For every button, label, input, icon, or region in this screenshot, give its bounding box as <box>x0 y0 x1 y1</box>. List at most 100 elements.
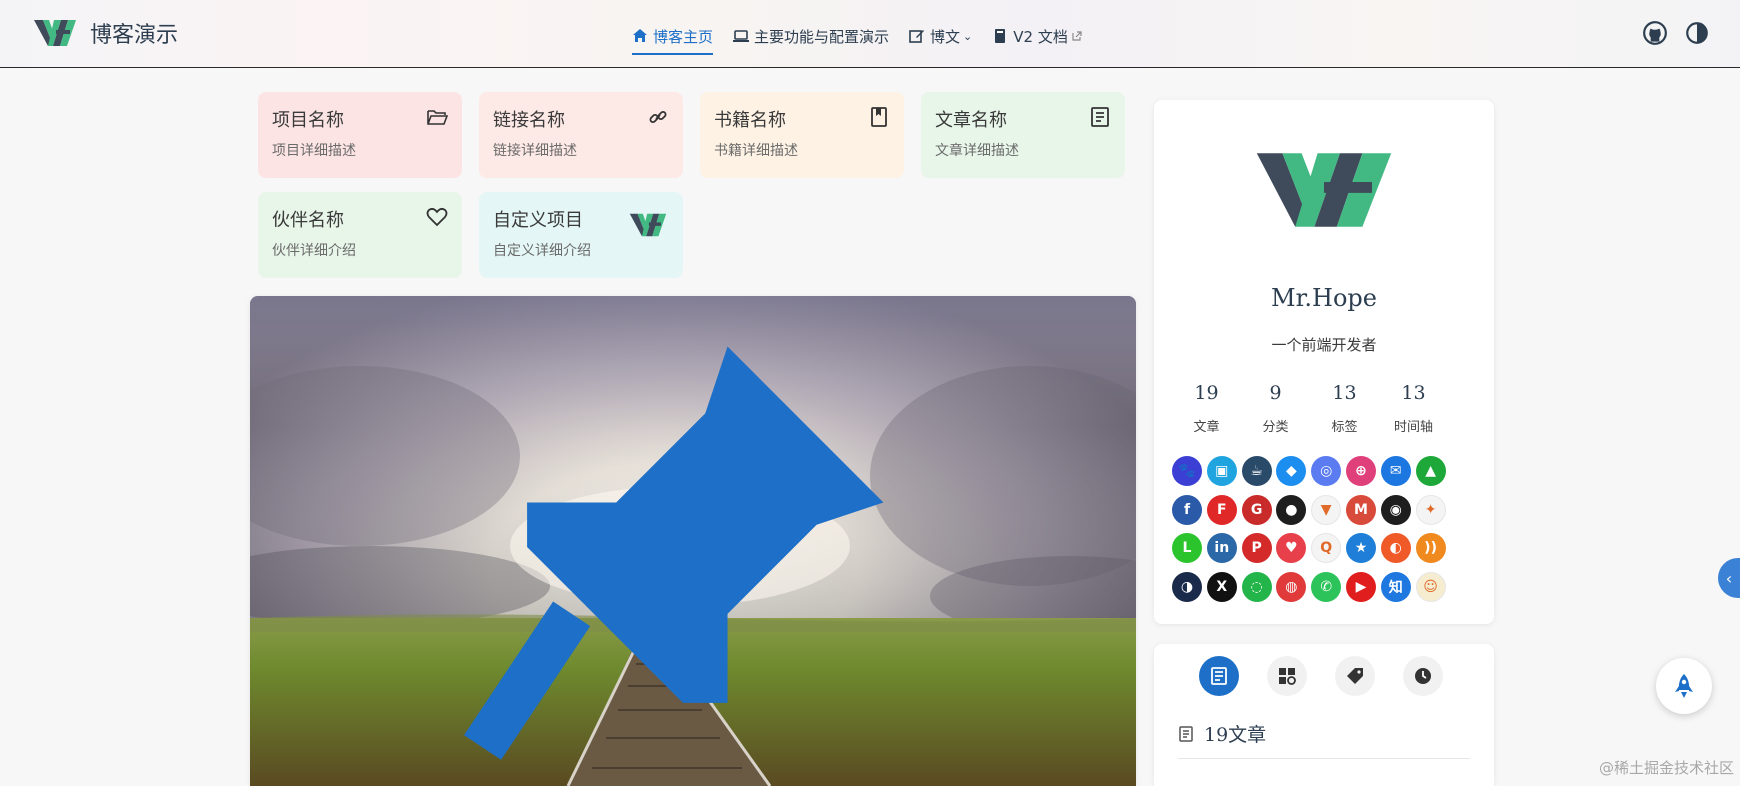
stat-categories[interactable]: 9 分类 <box>1241 382 1310 435</box>
profile-description: 一个前端开发者 <box>1271 336 1377 354</box>
buymeacoffee-icon[interactable]: ☕ <box>1241 456 1272 486</box>
gitee-icon[interactable]: G <box>1241 494 1272 525</box>
project-card[interactable]: 文章名称 文章详细描述 <box>921 92 1125 178</box>
vh-logo-icon <box>34 20 76 46</box>
facebook-icon[interactable]: f <box>1172 494 1202 525</box>
project-card[interactable]: 自定义项目 自定义详细介绍 <box>479 192 683 278</box>
book-icon <box>995 29 1006 43</box>
nav-link-posts[interactable]: 博文 ⌄ <box>909 21 972 51</box>
back-to-top-button[interactable] <box>1656 658 1712 714</box>
brand[interactable]: 博客演示 <box>34 16 178 50</box>
instagram-icon[interactable]: ◉ <box>1380 494 1411 525</box>
baidu-icon[interactable]: 🐾 <box>1172 456 1202 486</box>
theme-toggle-icon[interactable] <box>1684 20 1710 46</box>
stat-label: 文章 <box>1193 420 1220 435</box>
flipboard-icon[interactable]: F <box>1206 494 1237 525</box>
article-icon <box>1091 107 1109 127</box>
project-desc: 文章详细描述 <box>935 143 1019 159</box>
qq-icon[interactable]: Q <box>1311 533 1342 563</box>
category-icon <box>1279 668 1296 685</box>
social-links: 🐾 ▣ ☕ ◆ ◎ ⊕ ✉ ▲ f F G ● ▼ M ◉ ✦ Lin P ♥ Q ★ ◐)) ◑ X ◌ ◍ ✆ ▶ 知 ☺ <box>1172 456 1478 610</box>
evernote-icon[interactable]: ▲ <box>1415 456 1446 486</box>
profile-name: Mr.Hope <box>1271 284 1377 312</box>
stat-articles[interactable]: 19 文章 <box>1172 382 1241 435</box>
watermark: @稀土掘金技术社区 <box>1598 759 1734 777</box>
weibo-icon[interactable]: ◍ <box>1276 571 1307 602</box>
project-card[interactable]: 书籍名称 书籍详细描述 <box>700 92 904 178</box>
github-icon[interactable] <box>1642 20 1668 46</box>
twitter-x-icon[interactable]: X <box>1206 571 1237 602</box>
chevron-left-icon: ‹ <box>1725 568 1733 588</box>
brand-title: 博客演示 <box>90 23 179 48</box>
nav-link-home[interactable]: 博客主页 <box>632 21 714 55</box>
stat-timeline[interactable]: 13 时间轴 <box>1379 382 1448 435</box>
stat-label: 时间轴 <box>1393 420 1433 435</box>
tab-articles[interactable] <box>1199 656 1239 696</box>
hero-banner-image[interactable] <box>250 296 1136 786</box>
divider <box>1178 758 1470 759</box>
nav-link-label: 博客主页 <box>653 27 714 46</box>
discord-icon[interactable]: ◎ <box>1311 456 1342 486</box>
project-name: 伙伴名称 <box>272 210 344 231</box>
project-card[interactable]: 项目名称 项目详细描述 <box>258 92 462 178</box>
project-name: 项目名称 <box>272 110 344 131</box>
rss-icon[interactable]: )) <box>1415 533 1446 563</box>
tab-tags[interactable] <box>1335 656 1375 696</box>
project-card[interactable]: 链接名称 链接详细描述 <box>479 92 683 178</box>
sidebar-toggle-button[interactable]: ‹ <box>1718 558 1740 598</box>
nav-right <box>1626 20 1710 46</box>
project-desc: 书籍详细描述 <box>714 143 798 159</box>
nav-link-v2-docs[interactable]: V2 文档 <box>992 21 1083 51</box>
nav-link-label: 博文 <box>930 27 961 46</box>
email-icon[interactable]: ✉ <box>1380 456 1411 486</box>
info-title-text: 19文章 <box>1204 724 1267 746</box>
gmail-icon[interactable]: M <box>1345 494 1376 525</box>
timeline-icon <box>1415 668 1431 684</box>
nav-link-label: V2 文档 <box>1013 27 1068 46</box>
link-icon <box>649 111 667 123</box>
custom-avatar-icon[interactable]: ☺ <box>1415 571 1446 602</box>
linkedin-icon[interactable]: in <box>1206 533 1237 563</box>
gitlab-icon[interactable]: ▼ <box>1311 494 1342 525</box>
pocket-icon[interactable]: ♥ <box>1276 533 1307 563</box>
dingding-icon[interactable]: ◆ <box>1276 456 1307 486</box>
info-title: 19文章 <box>1178 720 1266 747</box>
chevron-down-icon: ⌄ <box>963 29 973 43</box>
external-link-icon <box>1072 31 1082 41</box>
article-icon <box>1211 667 1227 685</box>
stat-number: 19 <box>1194 382 1219 404</box>
wechat-icon[interactable]: ◌ <box>1241 571 1272 602</box>
book-icon <box>871 107 887 127</box>
profile-stats: 19 文章 9 分类 13 标签 13 时间轴 <box>1172 382 1476 435</box>
tab-timeline[interactable] <box>1403 656 1443 696</box>
edit-icon <box>909 30 925 43</box>
reddit-icon[interactable]: ◐ <box>1380 533 1411 563</box>
stat-number: 9 <box>1269 382 1282 404</box>
github-icon[interactable]: ● <box>1276 494 1307 525</box>
stat-label: 分类 <box>1262 420 1289 435</box>
stat-tags[interactable]: 13 标签 <box>1310 382 1379 435</box>
nav-links: 博客主页 主要功能与配置演示 博文 ⌄ V2 文档 <box>632 20 1103 55</box>
project-name: 链接名称 <box>493 110 565 131</box>
line-icon[interactable]: L <box>1172 533 1202 563</box>
steam-icon[interactable]: ◑ <box>1172 571 1202 602</box>
project-desc: 项目详细描述 <box>272 143 356 159</box>
project-desc: 伙伴详细介绍 <box>272 243 356 259</box>
qzone-icon[interactable]: ★ <box>1345 533 1376 563</box>
stat-label: 标签 <box>1331 420 1358 435</box>
whatsapp-icon[interactable]: ✆ <box>1311 571 1342 602</box>
laptop-icon <box>733 30 750 42</box>
tab-categories[interactable] <box>1267 656 1307 696</box>
pin-icon <box>464 346 884 760</box>
lark-icon[interactable]: ✦ <box>1415 494 1446 525</box>
tag-icon <box>1347 668 1363 684</box>
blog-info-card: 19文章 <box>1154 644 1494 786</box>
youtube-icon[interactable]: ▶ <box>1345 571 1376 602</box>
zhihu-icon[interactable]: 知 <box>1380 571 1411 602</box>
project-card[interactable]: 伙伴名称 伙伴详细介绍 <box>258 192 462 278</box>
bilibili-icon[interactable]: ▣ <box>1206 456 1237 486</box>
nav-link-features[interactable]: 主要功能与配置演示 <box>733 21 889 51</box>
dribbble-icon[interactable]: ⊕ <box>1345 456 1376 486</box>
pinterest-icon[interactable]: P <box>1241 533 1272 563</box>
navbar: 博客演示 博客主页 主要功能与配置演示 博文 ⌄ V2 文档 <box>0 0 1740 68</box>
